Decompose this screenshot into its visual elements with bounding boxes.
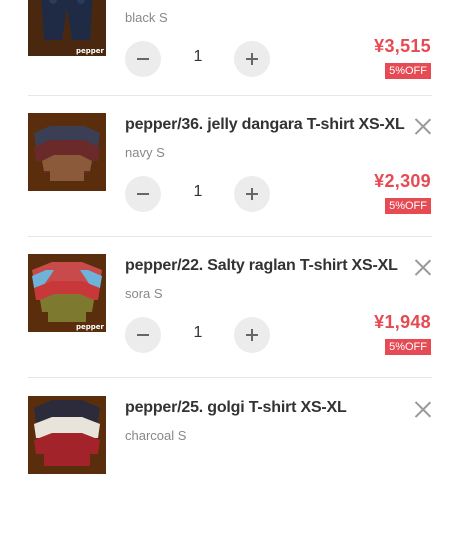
decrease-quantity-button[interactable]	[125, 41, 161, 77]
brand-watermark: pepper	[76, 47, 104, 55]
discount-badge: 5%OFF	[385, 63, 431, 79]
tshirt-stack-image	[28, 113, 106, 191]
item-name[interactable]: pepper/25. golgi T-shirt XS-XL	[125, 399, 347, 417]
item-variant: black S	[125, 10, 168, 25]
minus-icon	[137, 58, 149, 60]
cart-item: pepper pepper/22. Salty raglan T-shirt X…	[0, 254, 460, 396]
item-name[interactable]: pepper/36. jelly dangara T-shirt XS-XL	[125, 116, 405, 134]
minus-icon	[137, 334, 149, 336]
item-variant: sora S	[125, 286, 163, 301]
discount-badge: 5%OFF	[385, 198, 431, 214]
discount-badge: 5%OFF	[385, 339, 431, 355]
divider	[28, 95, 432, 96]
quantity-value: 1	[193, 183, 203, 200]
divider	[28, 377, 432, 378]
brand-watermark: pepper	[76, 323, 104, 331]
cart-item: pepper black S 1 ¥3,515 5%OFF	[0, 0, 460, 120]
quantity-value: 1	[193, 324, 203, 341]
product-thumbnail[interactable]	[28, 396, 106, 474]
close-icon[interactable]	[414, 258, 432, 276]
increase-quantity-button[interactable]	[234, 317, 270, 353]
item-price: ¥2,309	[374, 171, 431, 191]
long-sleeve-stack-image	[28, 396, 106, 474]
item-variant: navy S	[125, 145, 165, 160]
product-thumbnail[interactable]	[28, 113, 106, 191]
quantity-value: 1	[193, 48, 203, 65]
increase-quantity-button[interactable]	[234, 41, 270, 77]
close-icon[interactable]	[414, 400, 432, 418]
close-icon[interactable]	[414, 117, 432, 135]
cart-item: pepper/25. golgi T-shirt XS-XL charcoal …	[0, 396, 460, 538]
item-price: ¥1,948	[374, 312, 431, 332]
cart-item: pepper/36. jelly dangara T-shirt XS-XL n…	[0, 113, 460, 255]
minus-icon	[137, 193, 149, 195]
increase-quantity-button[interactable]	[234, 176, 270, 212]
divider	[28, 236, 432, 237]
decrease-quantity-button[interactable]	[125, 176, 161, 212]
decrease-quantity-button[interactable]	[125, 317, 161, 353]
item-variant: charcoal S	[125, 428, 187, 443]
raglan-tshirt-stack-image	[28, 254, 106, 332]
product-thumbnail[interactable]: pepper	[28, 254, 106, 332]
item-price: ¥3,515	[374, 36, 431, 56]
item-name[interactable]: pepper/22. Salty raglan T-shirt XS-XL	[125, 257, 398, 275]
product-thumbnail[interactable]: pepper	[28, 0, 106, 56]
